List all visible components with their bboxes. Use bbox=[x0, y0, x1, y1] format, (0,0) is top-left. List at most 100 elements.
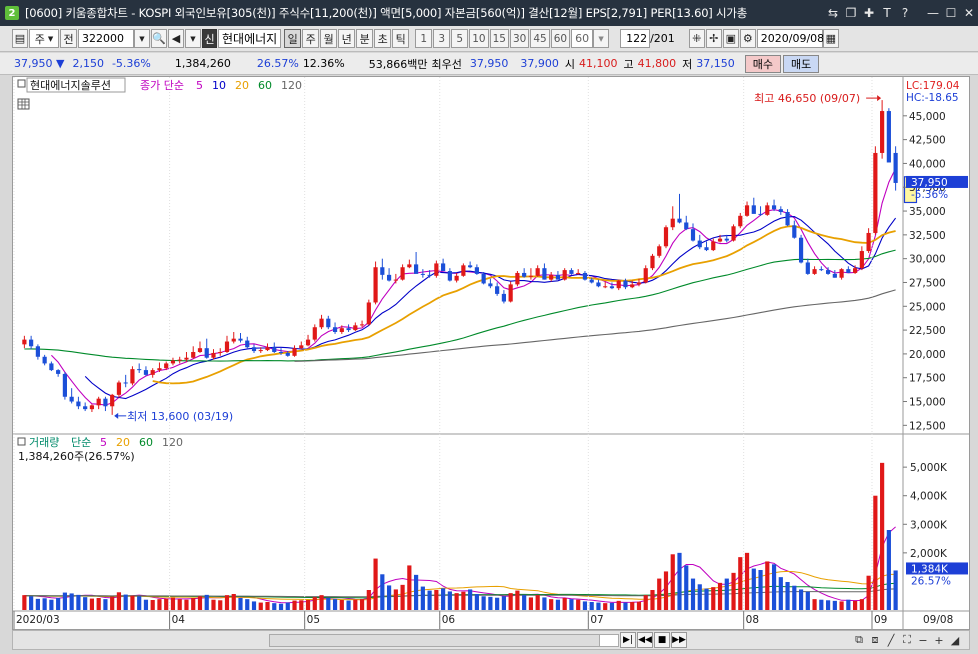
ma-legend-5: 5 bbox=[196, 79, 203, 92]
scroll-prev-icon[interactable]: ◀◀ bbox=[637, 632, 653, 648]
volume-bar bbox=[731, 572, 736, 610]
volume-bar bbox=[468, 589, 473, 610]
period-tab-3[interactable]: 년 bbox=[338, 29, 356, 48]
ma-line-20 bbox=[152, 225, 896, 385]
prev-button[interactable]: 전 bbox=[60, 29, 77, 48]
candle-body bbox=[184, 357, 189, 360]
volume-bar bbox=[42, 598, 47, 610]
layout-icon[interactable]: ▤ bbox=[12, 29, 28, 48]
volume-bar bbox=[386, 585, 392, 610]
copy-window-icon[interactable]: ❐ bbox=[842, 3, 860, 23]
stop-icon[interactable]: ■ bbox=[654, 632, 670, 648]
candle-body bbox=[299, 345, 304, 349]
text-icon[interactable]: T bbox=[878, 3, 896, 23]
date-axis: 2020/03 04 05 06 07 08 09 09/08 bbox=[13, 77, 953, 629]
code-dropdown-icon[interactable]: ▼ bbox=[134, 29, 150, 48]
interval-button-3[interactable]: 10 bbox=[469, 29, 489, 48]
candle-body bbox=[569, 270, 574, 274]
interval-button-1[interactable]: 3 bbox=[433, 29, 451, 48]
help-icon[interactable]: ? bbox=[896, 3, 914, 23]
candle-body bbox=[798, 237, 804, 263]
candle-body bbox=[103, 398, 108, 407]
interval-button-7[interactable]: 60 bbox=[550, 29, 571, 48]
volume-bar bbox=[495, 597, 500, 610]
volume-bar bbox=[366, 590, 371, 610]
market-select[interactable]: 주 ▼ bbox=[29, 29, 59, 48]
chart-area[interactable]: 45,000 42,500 40,000 37,500 35,000 32,500 30,0… bbox=[12, 76, 970, 630]
bar-count-input[interactable]: 122 bbox=[620, 29, 651, 48]
volume-bar bbox=[346, 600, 351, 610]
volume-bar bbox=[751, 568, 756, 610]
volume-ratio: 26.57% bbox=[256, 57, 299, 70]
scroll-thumb[interactable] bbox=[270, 635, 600, 646]
zoom-in-icon[interactable]: + bbox=[931, 632, 947, 648]
candle-body bbox=[785, 212, 790, 226]
dropdown-icon[interactable]: ▼ bbox=[185, 29, 201, 48]
volume-bar bbox=[474, 594, 479, 610]
sound-icon[interactable]: ◀ bbox=[168, 29, 184, 48]
interval-button-6[interactable]: 45 bbox=[530, 29, 550, 48]
volume-bar bbox=[191, 598, 196, 610]
interval-buttons: 1 3 5 10 15 30 45 60 bbox=[415, 29, 571, 48]
volume-bar bbox=[89, 598, 95, 610]
zoom-window-icon[interactable]: ⧉ bbox=[851, 632, 867, 648]
sell-button[interactable]: 매도 bbox=[783, 54, 820, 73]
fullscreen-icon[interactable]: ⛶ bbox=[899, 632, 915, 648]
interval-button-5[interactable]: 30 bbox=[509, 29, 530, 48]
new-badge: 신 bbox=[202, 29, 217, 48]
minimize-icon[interactable]: — bbox=[924, 3, 942, 23]
zoom-fit-icon[interactable]: ⧈ bbox=[867, 632, 883, 648]
volume-tick-label: 4,000K bbox=[910, 491, 948, 503]
chart-scrollbar[interactable] bbox=[269, 634, 619, 647]
calendar-icon[interactable]: ▦ bbox=[822, 29, 839, 48]
candle-body bbox=[535, 268, 540, 276]
date-input[interactable]: 2020/09/08 bbox=[756, 29, 824, 48]
buy-button[interactable]: 매수 bbox=[744, 54, 781, 73]
period-tab-2[interactable]: 월 bbox=[320, 29, 338, 48]
period-tab-5[interactable]: 초 bbox=[374, 29, 392, 48]
period-tab-0[interactable]: 일 bbox=[284, 29, 302, 48]
volume-bar bbox=[704, 588, 709, 610]
volume-bar bbox=[528, 597, 534, 610]
period-tab-6[interactable]: 틱 bbox=[392, 29, 410, 48]
grid-icon[interactable]: ⁜ bbox=[688, 29, 705, 48]
scroll-next-icon[interactable]: ▶▶ bbox=[671, 632, 687, 648]
zoom-out-icon[interactable]: − bbox=[915, 632, 931, 648]
save-icon[interactable]: ▣ bbox=[722, 29, 739, 48]
maximize-icon[interactable]: ☐ bbox=[942, 3, 960, 23]
period-tab-4[interactable]: 분 bbox=[356, 29, 374, 48]
volume-bar bbox=[110, 596, 115, 610]
volume-tick-label: 5,000K bbox=[910, 462, 948, 474]
price-tick-label: 30,000 bbox=[909, 254, 946, 266]
ma-legend-120: 120 bbox=[281, 79, 302, 92]
volume-bar bbox=[353, 599, 358, 610]
chart-svg[interactable]: 45,00042,50040,00037,50035,00032,50030,0… bbox=[13, 77, 969, 629]
volume-bar bbox=[414, 574, 419, 610]
scroll-first-icon[interactable]: ▶| bbox=[620, 632, 636, 648]
volume-bar bbox=[785, 582, 790, 610]
volume-ma-legend-20: 20 bbox=[116, 436, 130, 449]
draw-line-icon[interactable]: ╱ bbox=[883, 632, 899, 648]
price-change: 2,150 bbox=[72, 57, 104, 70]
volume-bar bbox=[839, 601, 844, 610]
cross-icon[interactable]: ✢ bbox=[705, 29, 722, 48]
pin-icon[interactable]: ✚ bbox=[860, 3, 878, 23]
period-tab-1[interactable]: 주 bbox=[302, 29, 320, 48]
interval-button-0[interactable]: 1 bbox=[415, 29, 433, 48]
volume-bar bbox=[805, 591, 810, 610]
link-icon[interactable]: ⇆ bbox=[824, 3, 842, 23]
gear-icon[interactable]: ⚙ bbox=[739, 29, 756, 48]
close-icon[interactable]: ✕ bbox=[960, 3, 978, 23]
interval-button-2[interactable]: 5 bbox=[451, 29, 469, 48]
search-icon[interactable]: 🔍 bbox=[151, 29, 167, 48]
candle-body bbox=[292, 348, 297, 356]
stock-code-input[interactable]: 322000 bbox=[78, 29, 134, 48]
month-label: 07 bbox=[590, 614, 603, 626]
interval-button-4[interactable]: 15 bbox=[489, 29, 509, 48]
candle-body bbox=[832, 273, 837, 278]
volume-bar bbox=[657, 578, 662, 610]
expand-icon[interactable]: ◢ bbox=[947, 632, 963, 648]
price-tick-label: 12,500 bbox=[909, 420, 946, 432]
interval-value[interactable]: 60 bbox=[571, 29, 594, 48]
interval-dropdown-icon[interactable]: ▼ bbox=[593, 29, 610, 48]
